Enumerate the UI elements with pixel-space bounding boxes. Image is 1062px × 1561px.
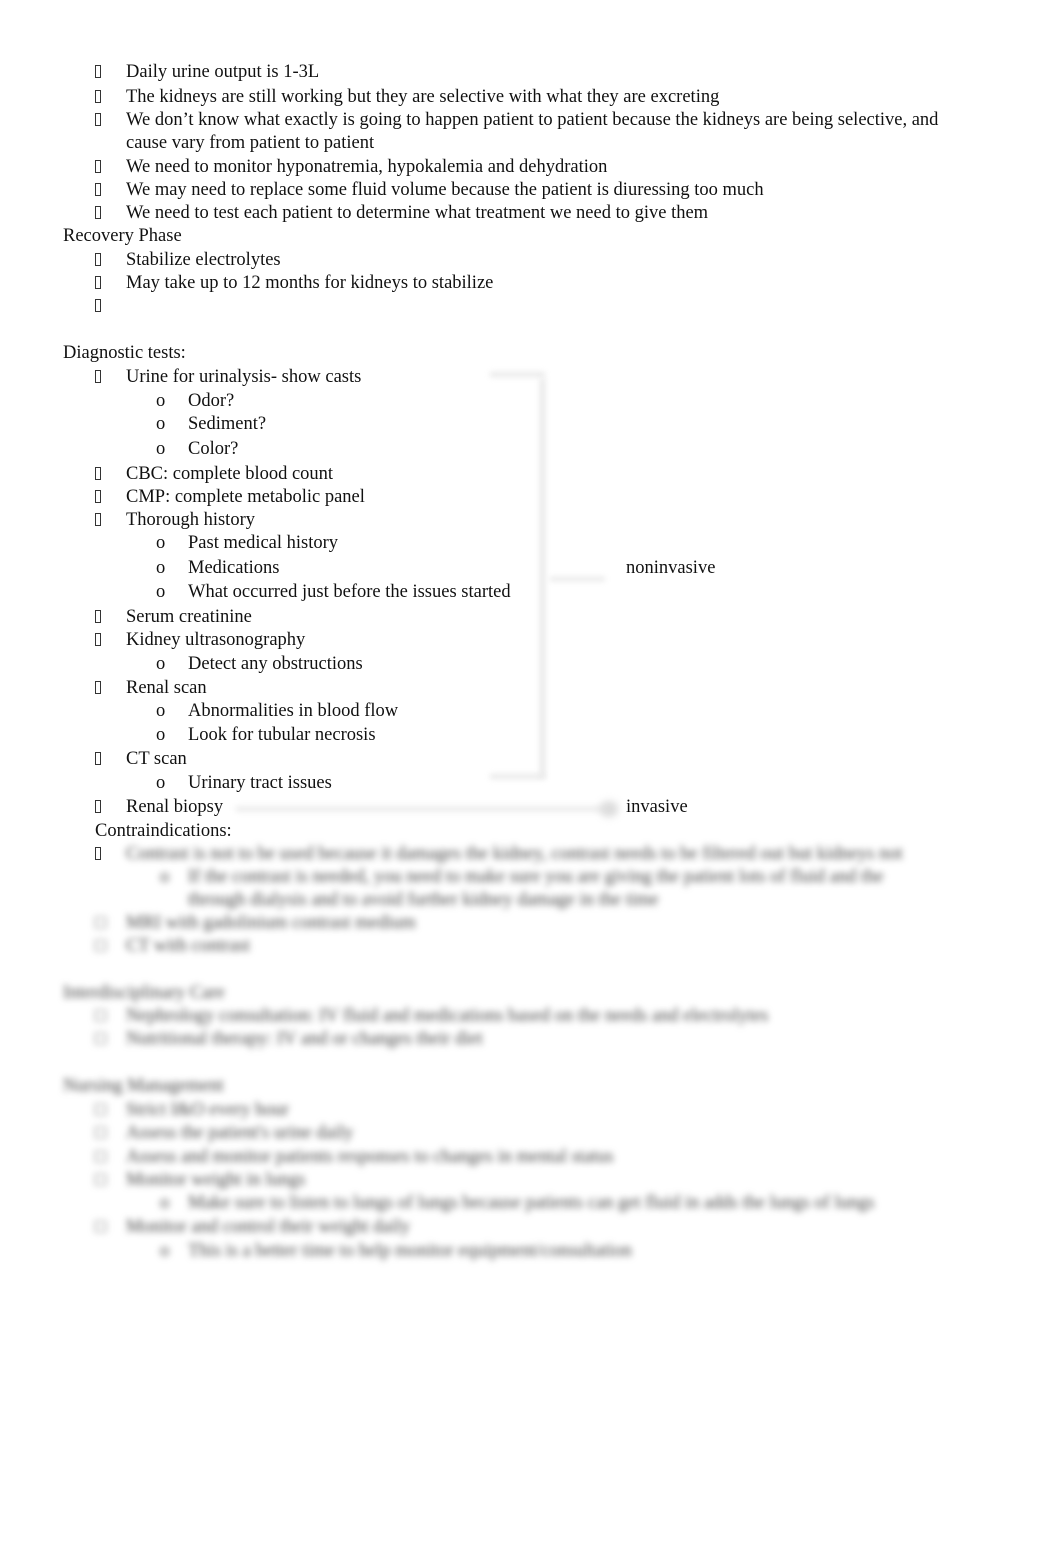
bullet-icon (95, 463, 103, 486)
list-item-text: We need to test each patient to determin… (126, 203, 709, 223)
bracket-bottom-edge (490, 774, 545, 779)
bullet-icon (95, 748, 103, 771)
blurred-line: through dialysis and to avoid further ki… (188, 890, 659, 910)
section-heading-diagnostics: Diagnostic tests: (63, 343, 186, 363)
bullet-icon (95, 109, 103, 132)
sub-list-item-text: Abnormalities in blood flow (188, 701, 399, 721)
blurred-heading: Nursing Management (63, 1076, 224, 1096)
list-item-text: Thorough history (126, 510, 255, 530)
blurred-line: MRI with gadolinium contrast medium (126, 913, 416, 933)
bullet-icon (95, 486, 103, 509)
list-item-text: Daily urine output is 1-3L (126, 62, 320, 82)
sub-list-item-text: Medications (188, 558, 280, 578)
blurred-bullet: □ (95, 1123, 107, 1143)
sub-bullet-icon: o (156, 773, 166, 793)
list-item-text: CT scan (126, 749, 187, 769)
list-item-text: CBC: complete blood count (126, 464, 334, 484)
bullet-icon (95, 272, 103, 295)
sub-bullet-icon: o (156, 725, 166, 745)
bullet-icon (95, 629, 103, 652)
list-item-text: Stabilize electrolytes (126, 250, 281, 270)
list-item-text: Kidney ultrasonography (126, 630, 306, 650)
blurred-line: Assess and monitor patients responses to… (126, 1147, 614, 1167)
sub-list-item-text: Color? (188, 439, 239, 459)
section-heading-recovery: Recovery Phase (63, 226, 182, 246)
blurred-line: Nephrology consultation: IV fluid and me… (126, 1006, 769, 1026)
sub-bullet-icon: o (156, 391, 166, 411)
bullet-icon (95, 606, 103, 629)
sub-list-item-text: Past medical history (188, 533, 339, 553)
sub-bullet-icon: o (156, 558, 166, 578)
blurred-bullet: □ (95, 1100, 107, 1120)
list-item-text: We need to monitor hyponatremia, hypokal… (126, 157, 608, 177)
list-item-text: Serum creatinine (126, 607, 252, 627)
sub-list-item-text: Look for tubular necrosis (188, 725, 376, 745)
sub-bullet-icon: o (156, 582, 166, 602)
blurred-line: Make sure to listen to lungs of lungs be… (188, 1193, 875, 1213)
bracket-top-edge (490, 372, 545, 377)
list-item-text: We don’t know what exactly is going to h… (126, 110, 939, 130)
list-item-text: cause vary from patient to patient (126, 133, 375, 153)
sub-bullet-icon: o (156, 439, 166, 459)
sub-list-item-text: Detect any obstructions (188, 654, 363, 674)
bullet-icon (95, 843, 103, 866)
blurred-heading: Interdisciplinary Care (63, 983, 225, 1003)
bracket-pointer (550, 577, 605, 581)
bullet-icon (95, 295, 103, 318)
blurred-line: CT with contrast (126, 936, 251, 956)
bullet-icon (95, 796, 103, 819)
bracket-shape (540, 378, 545, 778)
blurred-bullet: □ (95, 1006, 107, 1026)
bullet-icon (95, 86, 103, 109)
blurred-bullet: □ (95, 1147, 107, 1167)
sub-list-item-text: Urinary tract issues (188, 773, 332, 793)
list-item-text: CMP: complete metabolic panel (126, 487, 365, 507)
sub-bullet-icon: o (156, 414, 166, 434)
list-item-text: Renal biopsy (126, 797, 224, 817)
bullet-icon (95, 179, 103, 202)
blurred-bullet: o (160, 867, 170, 887)
blurred-line: If the contrast is needed, you need to m… (188, 867, 884, 887)
blurred-line: This is a better time to help monitor eq… (188, 1241, 632, 1261)
blurred-line: Contrast is not to be used because it da… (126, 844, 903, 864)
blurred-bullet: □ (95, 936, 107, 956)
blurred-bullet: □ (95, 913, 107, 933)
list-item-text: The kidneys are still working but they a… (126, 87, 720, 107)
bullet-icon (95, 677, 103, 700)
list-item-text: We may need to replace some fluid volume… (126, 180, 764, 200)
blurred-bullet: o (160, 1193, 170, 1213)
bullet-icon (95, 509, 103, 532)
noninvasive-label: noninvasive (626, 558, 716, 578)
blurred-line: Monitor and control their weight daily (126, 1217, 411, 1237)
arrow-head-icon (600, 801, 618, 817)
blurred-line: Assess the patient's urine daily (126, 1123, 354, 1143)
list-item-text: Renal scan (126, 678, 207, 698)
list-item-text: Urine for urinalysis- show casts (126, 367, 362, 387)
bullet-icon (95, 249, 103, 272)
sub-bullet-icon: o (156, 701, 166, 721)
sub-list-item-text: Sediment? (188, 414, 267, 434)
bullet-icon (95, 366, 103, 389)
blurred-bullet: □ (95, 1170, 107, 1190)
bullet-icon (95, 61, 103, 84)
sub-list-item-text: Odor? (188, 391, 235, 411)
sub-bullet-icon: o (156, 654, 166, 674)
sub-list-item-text: What occurred just before the issues sta… (188, 582, 511, 602)
blurred-line: Nutritional therapy: IV and or changes t… (126, 1029, 483, 1049)
bullet-icon (95, 202, 103, 225)
list-item-text: May take up to 12 months for kidneys to … (126, 273, 494, 293)
blurred-line: Monitor weight in lungs (126, 1170, 306, 1190)
bullet-icon (95, 156, 103, 179)
sub-bullet-icon: o (156, 533, 166, 553)
blurred-line: Strict I&O every hour (126, 1100, 289, 1120)
arrow-line (235, 806, 615, 812)
invasive-label: invasive (626, 797, 688, 817)
contraindications-heading: Contraindications: (95, 821, 232, 841)
blurred-bullet: o (160, 1241, 170, 1261)
blurred-bullet: □ (95, 1029, 107, 1049)
blurred-bullet: □ (95, 1217, 107, 1237)
